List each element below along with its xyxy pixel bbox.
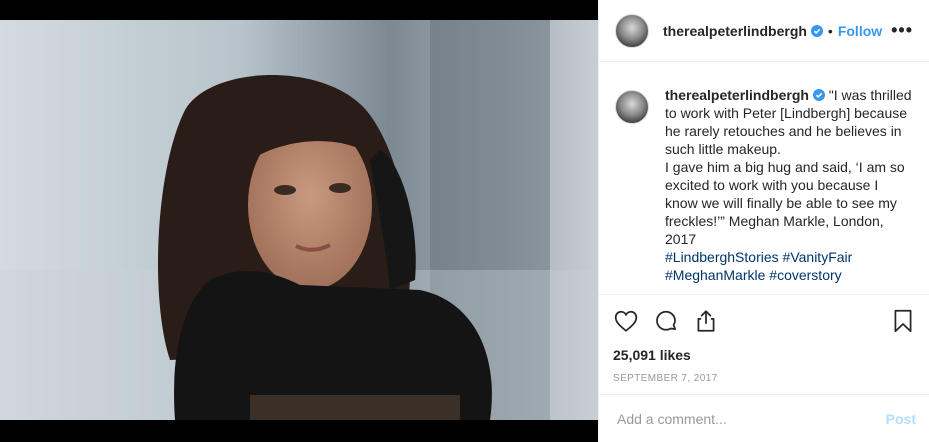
caption-avatar[interactable] [615,90,649,124]
comment-icon[interactable] [653,308,679,334]
hashtag-link[interactable]: #VanityFair [783,249,853,265]
post-date: SEPTEMBER 7, 2017 [613,373,718,384]
caption-area: therealpeterlindbergh "I was thrilled to… [599,62,929,294]
comment-box: Post [599,394,929,442]
post-header: therealpeterlindbergh • Follow ••• [599,0,929,62]
header-separator: • [827,22,833,39]
author-username[interactable]: therealpeterlindbergh [663,23,807,39]
post-modal: therealpeterlindbergh • Follow ••• there… [0,0,929,442]
comment-input[interactable] [615,409,886,428]
hashtag-link[interactable]: #LindberghStories [665,249,779,265]
share-icon[interactable] [693,308,719,334]
heart-icon[interactable] [613,308,639,334]
action-icons [613,307,916,335]
likes-count[interactable]: 25,091 likes [613,347,916,363]
more-options-button[interactable]: ••• [891,20,913,41]
photo-pane [0,0,598,442]
follow-button[interactable]: Follow [838,23,882,39]
caption-username[interactable]: therealpeterlindbergh [665,87,809,103]
caption-body-2: I gave him a big hug and said, ‘I am so … [665,159,905,247]
post-comment-button[interactable]: Post [886,411,916,427]
caption-row: therealpeterlindbergh "I was thrilled to… [615,86,914,284]
portrait-illustration [0,20,598,420]
post-actions: 25,091 likes SEPTEMBER 7, 2017 [599,294,929,384]
author-avatar[interactable] [615,13,649,48]
verified-badge-icon [812,89,825,101]
caption-text: therealpeterlindbergh "I was thrilled to… [665,86,914,284]
hashtag-link[interactable]: #coverstory [769,267,841,283]
post-sidebar: therealpeterlindbergh • Follow ••• there… [598,0,929,442]
bookmark-icon[interactable] [890,308,916,334]
verified-badge-icon [810,24,823,37]
post-photo[interactable] [0,20,598,420]
hashtag-link[interactable]: #MeghanMarkle [665,267,765,283]
